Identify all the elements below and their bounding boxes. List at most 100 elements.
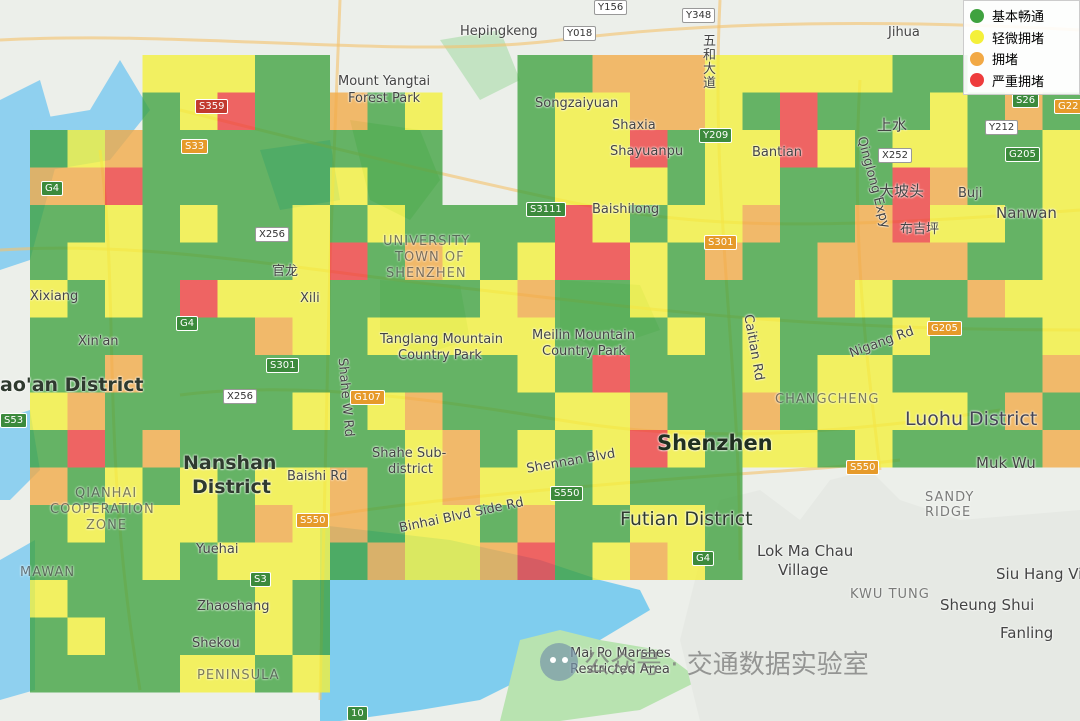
grid-cell (780, 392, 818, 430)
grid-cell (142, 617, 180, 655)
grid-cell (67, 355, 105, 393)
grid-cell (630, 242, 668, 280)
grid-cell (517, 130, 555, 168)
grid-cell (517, 430, 555, 468)
grid-cell (592, 355, 630, 393)
grid-cell (892, 167, 930, 205)
grid-cell (180, 655, 218, 693)
grid-cell (30, 430, 68, 468)
grid-cell (30, 167, 68, 205)
grid-cell (855, 205, 893, 243)
grid-cell (292, 355, 330, 393)
grid-cell (480, 242, 518, 280)
grid-cell (780, 205, 818, 243)
grid-cell (367, 467, 405, 505)
grid-cell (67, 280, 105, 318)
grid-cell (442, 392, 480, 430)
grid-cell (967, 317, 1005, 355)
grid-cell (592, 130, 630, 168)
grid-cell (930, 205, 968, 243)
grid-cell (555, 392, 593, 430)
grid-cell (105, 505, 143, 543)
grid-cell (442, 542, 480, 580)
legend-item-free-flow: 基本畅通 (970, 5, 1073, 27)
grid-cell (817, 317, 855, 355)
grid-cell (217, 467, 255, 505)
grid-cell (780, 167, 818, 205)
grid-cell (780, 242, 818, 280)
grid-cell (292, 167, 330, 205)
grid-cell (930, 280, 968, 318)
grid-cell (217, 505, 255, 543)
grid-cell (592, 92, 630, 130)
grid-cell (367, 355, 405, 393)
grid-cell (105, 130, 143, 168)
grid-cell (442, 317, 480, 355)
grid-cell (1005, 92, 1043, 130)
grid-cell (630, 205, 668, 243)
grid-cell (180, 242, 218, 280)
grid-cell (330, 205, 368, 243)
grid-cell (67, 617, 105, 655)
grid-cell (517, 280, 555, 318)
grid-cell (67, 655, 105, 693)
grid-cell (1042, 317, 1080, 355)
grid-cell (630, 430, 668, 468)
grid-cell (442, 242, 480, 280)
grid-cell (517, 467, 555, 505)
grid-cell (255, 167, 293, 205)
grid-cell (292, 242, 330, 280)
grid-cell (105, 580, 143, 618)
legend-swatch (970, 8, 984, 23)
grid-cell (630, 317, 668, 355)
legend-label: 拥堵 (992, 53, 1019, 69)
water-southwest (0, 540, 35, 700)
grid-cell (217, 167, 255, 205)
grid-cell (105, 205, 143, 243)
grid-cell (855, 55, 893, 93)
grid-cell (405, 355, 443, 393)
grid-cell (930, 392, 968, 430)
grid-cell (217, 392, 255, 430)
grid-cell (142, 205, 180, 243)
grid-cell (705, 505, 743, 543)
grid-cell (667, 542, 705, 580)
grid-cell (67, 130, 105, 168)
grid-cell (255, 467, 293, 505)
grid-cell (367, 280, 405, 318)
grid-cell (630, 130, 668, 168)
grid-cell (967, 205, 1005, 243)
grid-cell (30, 355, 68, 393)
grid-cell (30, 130, 68, 168)
grid-cell (742, 280, 780, 318)
grid-cell (742, 355, 780, 393)
grid-cell (142, 242, 180, 280)
grid-cell (30, 467, 68, 505)
grid-cell (555, 92, 593, 130)
grid-cell (292, 542, 330, 580)
grid-cell (630, 505, 668, 543)
grid-cell (1042, 430, 1080, 468)
grid-cell (667, 392, 705, 430)
grid-cell (705, 430, 743, 468)
grid-cell (30, 655, 68, 693)
grid-cell (255, 392, 293, 430)
grid-cell (30, 392, 68, 430)
grid-cell (592, 505, 630, 543)
grid-cell (255, 280, 293, 318)
grid-cell (555, 167, 593, 205)
grid-cell (630, 542, 668, 580)
traffic-congestion-map[interactable] (0, 0, 1080, 721)
grid-cell (1005, 167, 1043, 205)
grid-cell (892, 317, 930, 355)
grid-cell (667, 317, 705, 355)
grid-cell (405, 130, 443, 168)
grid-cell (667, 167, 705, 205)
grid-cell (780, 280, 818, 318)
grid-cell (555, 430, 593, 468)
grid-cell (217, 280, 255, 318)
grid-cell (892, 130, 930, 168)
grid-cell (930, 355, 968, 393)
grid-cell (180, 392, 218, 430)
grid-cell (67, 392, 105, 430)
